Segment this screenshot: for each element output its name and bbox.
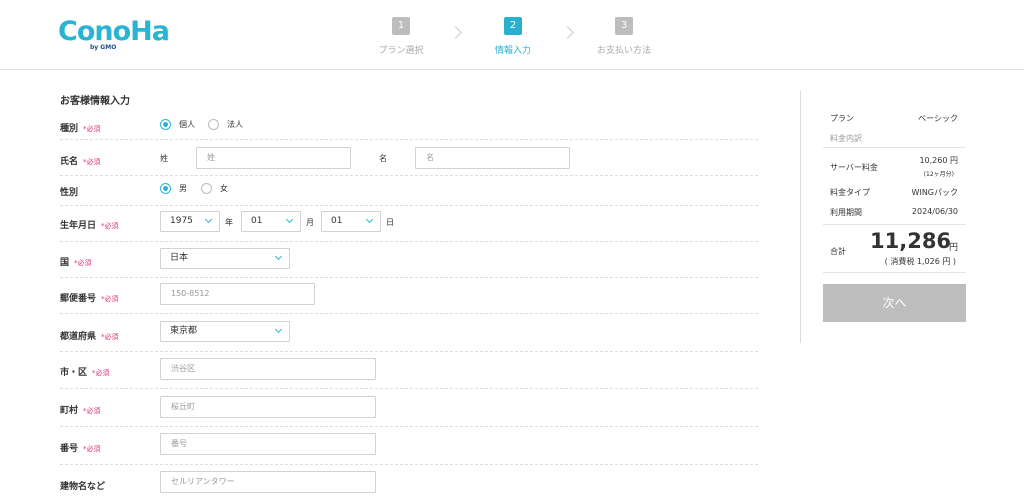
row-birthday: 生年月日 *必須 1975 年 01 月 01 日	[60, 206, 758, 242]
address-number-input[interactable]: 番号	[160, 433, 376, 455]
radio-type-individual[interactable]: 個人	[160, 119, 195, 130]
field-label: 氏名 *必須	[60, 157, 101, 167]
chevron-down-icon	[204, 215, 213, 224]
required-mark: *必須	[101, 222, 119, 230]
field-label: 国 *必須	[60, 258, 92, 268]
row-city: 市・区 *必須 渋谷区	[60, 352, 758, 389]
chevron-right-icon	[561, 26, 574, 39]
plan-label: プラン	[830, 114, 854, 123]
step-number: 2	[504, 17, 522, 35]
radio-selected-icon	[160, 119, 171, 130]
server-fee-value: 10,260 円	[919, 156, 958, 165]
country-select[interactable]: 日本	[160, 248, 290, 269]
summary-divider	[823, 147, 966, 148]
form-title: お客様情報入力	[60, 96, 130, 107]
town-input[interactable]: 桜丘町	[160, 396, 376, 418]
city-input[interactable]: 渋谷区	[160, 358, 376, 380]
row-building: 建物名など セルリアンタワー	[60, 465, 758, 499]
chevron-down-icon	[274, 252, 283, 261]
birth-year-select[interactable]: 1975	[160, 211, 220, 232]
radio-empty-icon	[208, 119, 219, 130]
step-label: 情報入力	[494, 46, 531, 56]
row-type: 種別 *必須 個人 法人	[60, 110, 758, 140]
field-label: 種別 *必須	[60, 124, 101, 134]
server-fee-note: (12ヶ月分)	[923, 171, 954, 178]
logo-sub: by GMO	[90, 44, 117, 51]
period-value: 2024/06/30	[911, 207, 958, 216]
field-label: 性別	[60, 188, 79, 198]
tax-note: ( 消費税 1,026 円 )	[884, 257, 956, 266]
summary-divider	[823, 224, 966, 225]
field-label: 都道府県 *必須	[60, 332, 119, 342]
server-fee-label: サーバー料金	[830, 163, 878, 172]
year-unit: 年	[225, 218, 233, 227]
building-input[interactable]: セルリアンタワー	[160, 471, 376, 493]
total-label: 合計	[830, 247, 846, 256]
step-label: お支払い方法	[596, 46, 651, 56]
chevron-down-icon	[274, 325, 283, 334]
required-mark: *必須	[74, 259, 92, 267]
row-name: 氏名 *必須 姓 姓 名 名	[60, 140, 758, 176]
step-info-input: 2 情報入力	[468, 17, 558, 56]
breakdown-label: 料金内訳	[830, 134, 862, 143]
step-number: 1	[392, 17, 410, 35]
period-label: 利用期間	[830, 208, 862, 217]
step-label: プラン選択	[378, 46, 424, 56]
required-mark: *必須	[101, 295, 119, 303]
step-plan-select: 1 プラン選択	[356, 17, 446, 56]
sei-label: 姓	[160, 154, 168, 163]
radio-gender-female[interactable]: 女	[201, 183, 228, 194]
row-country: 国 *必須 日本	[60, 242, 758, 278]
radio-empty-icon	[201, 183, 212, 194]
plan-value: ベーシック	[918, 114, 958, 123]
prefecture-select[interactable]: 東京都	[160, 321, 290, 342]
field-label: 建物名など	[60, 482, 106, 492]
radio-selected-icon	[160, 183, 171, 194]
birth-month-select[interactable]: 01	[241, 211, 301, 232]
field-label: 市・区 *必須	[60, 368, 110, 378]
first-name-input[interactable]: 名	[415, 147, 570, 169]
radio-type-corporate[interactable]: 法人	[208, 119, 243, 130]
chevron-down-icon	[365, 215, 374, 224]
header: ConoHa by GMO 1 プラン選択 2 情報入力 3 お支払い方法	[0, 0, 1024, 70]
radio-gender-male[interactable]: 男	[160, 183, 187, 194]
total-amount: 11,286	[870, 229, 952, 253]
sidebar-divider	[800, 91, 801, 343]
next-button[interactable]: 次へ	[823, 284, 966, 322]
field-label: 町村 *必須	[60, 406, 101, 416]
logo-text: ConoHa	[58, 16, 170, 47]
chevron-right-icon	[449, 26, 462, 39]
required-mark: *必須	[83, 125, 101, 133]
required-mark: *必須	[83, 158, 101, 166]
required-mark: *必須	[101, 333, 119, 341]
required-mark: *必須	[92, 369, 110, 377]
conoha-logo[interactable]: ConoHa by GMO	[58, 16, 170, 51]
day-unit: 日	[386, 218, 394, 227]
required-mark: *必須	[83, 407, 101, 415]
row-number: 番号 *必須 番号	[60, 427, 758, 465]
field-label: 番号 *必須	[60, 444, 101, 454]
field-label: 郵便番号 *必須	[60, 294, 119, 304]
birth-day-select[interactable]: 01	[321, 211, 381, 232]
last-name-input[interactable]: 姓	[196, 147, 351, 169]
mei-label: 名	[379, 154, 387, 163]
fee-type-label: 料金タイプ	[830, 188, 870, 197]
row-zip: 郵便番号 *必須 150-8512	[60, 278, 758, 314]
month-unit: 月	[306, 218, 314, 227]
step-number: 3	[615, 17, 633, 35]
step-payment-method: 3 お支払い方法	[579, 17, 669, 56]
row-gender: 性別 男 女	[60, 176, 758, 206]
field-label: 生年月日 *必須	[60, 221, 119, 231]
required-mark: *必須	[83, 445, 101, 453]
row-prefecture: 都道府県 *必須 東京都	[60, 314, 758, 352]
summary-divider	[823, 272, 966, 273]
zip-input[interactable]: 150-8512	[160, 283, 315, 305]
total-unit: 円	[949, 243, 959, 253]
chevron-down-icon	[285, 215, 294, 224]
fee-type-value: WINGパック	[911, 188, 958, 197]
row-town: 町村 *必須 桜丘町	[60, 389, 758, 427]
